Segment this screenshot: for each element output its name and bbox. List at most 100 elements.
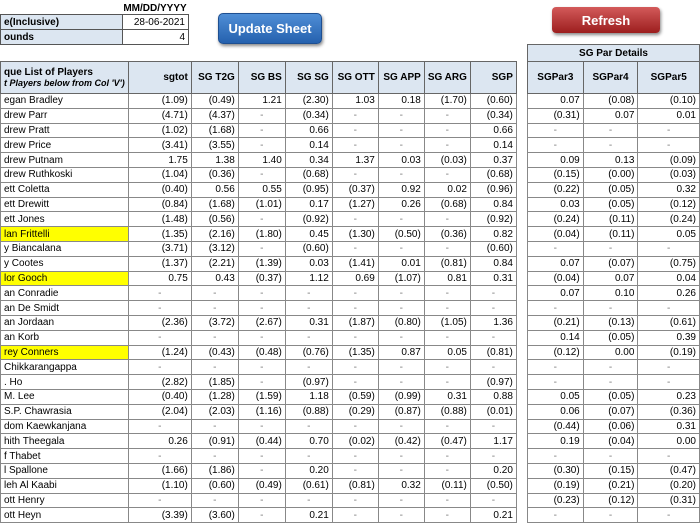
value-cell: (1.87) xyxy=(331,314,379,331)
value-cell: - xyxy=(423,329,471,346)
value-cell: - xyxy=(331,507,379,524)
table-row: . Ho (2.82) (1.85) - (0.97) - - - (0.97) xyxy=(0,374,517,390)
player-name-cell: egan Bradley xyxy=(0,93,129,109)
par-value-cell: (0.09) xyxy=(637,152,700,168)
value-cell: - xyxy=(331,211,379,228)
update-sheet-button[interactable]: Update Sheet xyxy=(218,13,322,44)
value-cell: 0.56 xyxy=(190,181,239,198)
value-cell: (0.01) xyxy=(469,403,517,420)
table-row: y Cootes (1.37) (2.21) (1.39) 0.03 (1.41) 0.01… xyxy=(0,255,517,272)
par-value-cell: (0.05) xyxy=(582,196,639,213)
par-value-cell: (0.03) xyxy=(637,166,700,183)
par-value-cell: (0.31) xyxy=(527,107,584,124)
rounds-input[interactable]: 4 xyxy=(122,29,189,45)
value-cell: - xyxy=(331,418,379,435)
par-row: 0.03 (0.05) (0.12) xyxy=(527,196,700,213)
value-cell: (2.36) xyxy=(127,314,192,331)
par-value-cell: 0.07 xyxy=(582,107,639,124)
value-cell: 0.66 xyxy=(469,122,517,139)
value-cell: - xyxy=(377,329,425,346)
par-value-cell: - xyxy=(582,122,639,139)
value-cell: - xyxy=(377,448,425,464)
value-cell: 0.17 xyxy=(284,196,333,213)
table-row: hith Theegala 0.26 (0.91) (0.44) 0.70 (0.02)(… xyxy=(0,433,517,450)
table-row: ott Henry - - - - - - - - xyxy=(0,492,517,509)
player-name-cell: ott Henry xyxy=(0,492,129,509)
player-name-cell: an Conradie xyxy=(0,285,129,302)
value-cell: - xyxy=(377,492,425,509)
par-value-cell: (0.19) xyxy=(527,477,584,494)
value-cell: 0.43 xyxy=(190,270,239,287)
value-cell: (2.82) xyxy=(127,374,192,390)
par-row: (0.04) (0.11) 0.05 xyxy=(527,226,700,242)
value-cell: (3.12) xyxy=(190,240,239,257)
column-header: SG BS xyxy=(237,61,286,94)
value-cell: 0.81 xyxy=(423,270,471,287)
value-cell: - xyxy=(237,300,286,316)
par-row: (0.44) (0.06) 0.31 xyxy=(527,418,700,435)
player-name-cell: M. Lee xyxy=(0,388,129,405)
par-value-cell: (0.12) xyxy=(582,492,639,509)
value-cell: (0.49) xyxy=(237,477,286,494)
value-cell: - xyxy=(377,107,425,124)
value-cell: (1.30) xyxy=(331,226,379,242)
value-cell: - xyxy=(127,359,192,376)
value-cell: (0.76) xyxy=(284,344,333,361)
par-value-cell: (0.04) xyxy=(527,270,584,287)
value-cell: - xyxy=(127,448,192,464)
value-cell: - xyxy=(237,240,286,257)
value-cell: (0.68) xyxy=(284,166,333,183)
table-row: M. Lee (0.40) (1.28) (1.59) 1.18 (0.59) (0.99)… xyxy=(0,388,517,405)
value-cell: 0.87 xyxy=(377,344,425,361)
value-cell: - xyxy=(237,359,286,376)
player-name-cell: l Spallone xyxy=(0,462,129,479)
value-cell: - xyxy=(423,137,471,154)
value-cell: (3.60) xyxy=(190,507,239,524)
par-value-cell: - xyxy=(582,507,639,524)
value-cell: (2.16) xyxy=(190,226,239,242)
value-cell: (0.60) xyxy=(469,240,517,257)
value-cell: - xyxy=(331,240,379,257)
value-cell: (1.09) xyxy=(127,93,192,109)
value-cell: 0.31 xyxy=(284,314,333,331)
value-cell: (0.60) xyxy=(469,93,517,109)
table-row: drew Pratt (1.02) (1.68) -0.66- - -0.66 xyxy=(0,122,517,139)
table-row: an Jordaan (2.36) (3.72) (2.67) 0.31 (1.87) (0… xyxy=(0,314,517,331)
player-name-cell: hith Theegala xyxy=(0,433,129,450)
value-cell: - xyxy=(331,448,379,464)
value-cell: (0.99) xyxy=(377,388,425,405)
par-column-header: SGPar3 xyxy=(527,61,584,94)
value-cell: (3.41) xyxy=(127,137,192,154)
value-cell: (2.04) xyxy=(127,403,192,420)
value-cell: - xyxy=(423,507,471,524)
value-cell: (1.68) xyxy=(190,122,239,139)
value-cell: - xyxy=(237,285,286,302)
player-name-cell: drew Putnam xyxy=(0,152,129,168)
par-row: (0.04) 0.07 0.04 xyxy=(527,270,700,287)
value-cell: (0.36) xyxy=(190,166,239,183)
value-cell: 1.37 xyxy=(331,152,379,168)
par-value-cell: (0.20) xyxy=(637,477,700,494)
value-cell: (0.50) xyxy=(377,226,425,242)
value-cell: 1.17 xyxy=(469,433,517,450)
par-value-cell: 0.07 xyxy=(527,93,584,109)
value-cell: 1.12 xyxy=(284,270,333,287)
value-cell: (0.81) xyxy=(469,344,517,361)
value-cell: - xyxy=(377,507,425,524)
par-value-cell: (0.07) xyxy=(582,403,639,420)
par-value-cell: - xyxy=(637,300,700,316)
value-cell: - xyxy=(127,300,192,316)
par-value-cell: - xyxy=(527,374,584,390)
value-cell: - xyxy=(127,418,192,435)
value-cell: - xyxy=(284,285,333,302)
par-value-cell: - xyxy=(527,448,584,464)
value-cell: - xyxy=(331,166,379,183)
refresh-button[interactable]: Refresh xyxy=(552,7,660,33)
par-row: (0.31) 0.07 0.01 xyxy=(527,107,700,124)
table-row: ett Jones (1.48) (0.56) - (0.92) - - - (0.92) xyxy=(0,211,517,228)
value-cell: - xyxy=(237,448,286,464)
par-value-cell: - xyxy=(582,240,639,257)
value-cell: 0.45 xyxy=(284,226,333,242)
date-input[interactable]: 28-06-2021 xyxy=(122,14,189,30)
value-cell: 0.31 xyxy=(469,270,517,287)
